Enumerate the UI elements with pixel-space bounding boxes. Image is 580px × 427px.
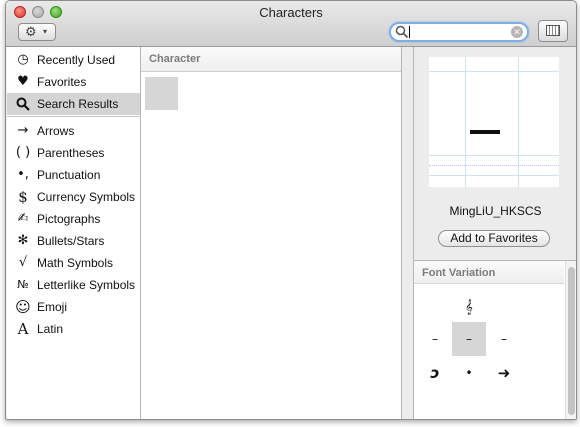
guide-line [429,71,559,72]
font-variation-scrollbar[interactable] [565,261,576,419]
clear-search-icon[interactable]: ✕ [511,26,523,38]
font-name-label: MingLiU_HKSCS [449,204,542,218]
sidebar-divider [7,116,140,117]
sidebar-item-letterlike-symbols[interactable]: № Letterlike Symbols [7,274,140,296]
sidebar-item-label: Pictographs [37,212,101,226]
character-grid-view-button[interactable] [538,20,568,42]
action-menu-button[interactable]: ⚙ ▾ [18,23,56,41]
window-title: Characters [259,5,323,20]
guide-line [518,57,519,187]
guide-line [429,175,559,176]
title-bar: Characters ⚙ ▾ ✕ [6,1,576,47]
variation-glyph[interactable]: • [452,356,486,390]
variation-glyph[interactable]: ➜ [487,356,521,390]
glyph-preview-canvas [429,57,559,187]
sidebar-item-math-symbols[interactable]: √ Math Symbols [7,252,140,274]
sidebar-item-recently-used[interactable]: ◷ Recently Used [7,49,140,71]
heart-icon: ♥ [17,74,29,89]
sidebar-item-label: Emoji [37,300,68,314]
latin-a-icon: A [17,320,29,338]
variation-glyph[interactable]: ↄ [418,356,452,390]
font-variation-panel: Font Variation 𝄞 – – – ↄ • ➜ [414,260,576,419]
sidebar-item-currency-symbols[interactable]: $ Currency Symbols [7,186,140,208]
sidebar-item-label: Bullets/Stars [37,234,105,248]
magnifier-icon [15,95,31,113]
sidebar-item-latin[interactable]: A Latin [7,318,140,340]
variation-glyph[interactable]: – [418,322,452,356]
asterisk-icon: ✻ [17,233,29,248]
gear-icon: ⚙ [25,24,37,39]
variation-glyph[interactable]: 𝄞 [452,291,486,325]
dollar-icon: $ [18,188,28,206]
parentheses-icon: ( ) [15,145,31,160]
characters-window: Characters ⚙ ▾ ✕ ◷ Recently Used ♥ Favor… [5,0,577,420]
sidebar-item-favorites[interactable]: ♥ Favorites [7,71,140,93]
font-variation-header[interactable]: Font Variation [414,261,564,284]
search-field[interactable]: ✕ [389,22,529,42]
punctuation-icon: •, [17,167,29,182]
sidebar-item-label: Arrows [37,124,75,138]
variation-glyph-selected[interactable]: – [452,322,486,356]
sidebar-item-label: Parentheses [37,146,105,160]
guide-line [429,165,559,166]
square-root-icon: √ [18,255,28,270]
clock-icon: ◷ [17,52,29,67]
guide-line [465,57,466,187]
character-column-header[interactable]: Character [141,47,401,72]
character-cell[interactable] [145,77,178,110]
guide-line [429,155,559,156]
sidebar-item-label: Recently Used [37,53,116,67]
text-cursor [409,26,410,38]
character-grid-icon [546,25,560,36]
sidebar-item-punctuation[interactable]: •, Punctuation [7,164,140,186]
sidebar-item-label: Currency Symbols [37,190,136,204]
font-variation-label: Font Variation [422,267,496,279]
sidebar-item-label: Letterlike Symbols [37,278,136,292]
arrow-icon: → [17,123,29,138]
sidebar-item-parentheses[interactable]: ( ) Parentheses [7,142,140,164]
chevron-down-icon: ▾ [43,27,48,36]
sidebar-item-pictographs[interactable]: ✍ Pictographs [7,208,140,230]
sidebar-item-label: Math Symbols [37,256,114,270]
smiley-icon: ☺ [15,298,31,316]
character-list-pane: Character [141,47,402,419]
sidebar-item-label: Punctuation [37,168,101,182]
sidebar-item-label: Latin [37,322,64,336]
pencil-icon: ✍ [17,211,29,226]
search-icon [395,25,409,39]
sidebar-item-bullets-stars[interactable]: ✻ Bullets/Stars [7,230,140,252]
preview-glyph [470,130,500,134]
scrollbar-thumb[interactable] [568,267,575,415]
sidebar-item-label: Favorites [37,75,87,89]
numero-icon: № [17,278,29,291]
category-sidebar: ◷ Recently Used ♥ Favorites Search Resul… [7,47,141,419]
character-info-pane: MingLiU_HKSCS Add to Favorites Font Vari… [413,47,576,419]
character-column-label: Character [149,53,201,65]
sidebar-item-arrows[interactable]: → Arrows [7,120,140,142]
add-to-favorites-button[interactable]: Add to Favorites [438,230,550,247]
sidebar-item-search-results[interactable]: Search Results [7,93,140,115]
sidebar-item-label: Search Results [37,97,119,111]
sidebar-item-emoji[interactable]: ☺ Emoji [7,296,140,318]
character-preview: MingLiU_HKSCS Add to Favorites [414,47,576,258]
variation-glyph[interactable]: – [487,322,521,356]
